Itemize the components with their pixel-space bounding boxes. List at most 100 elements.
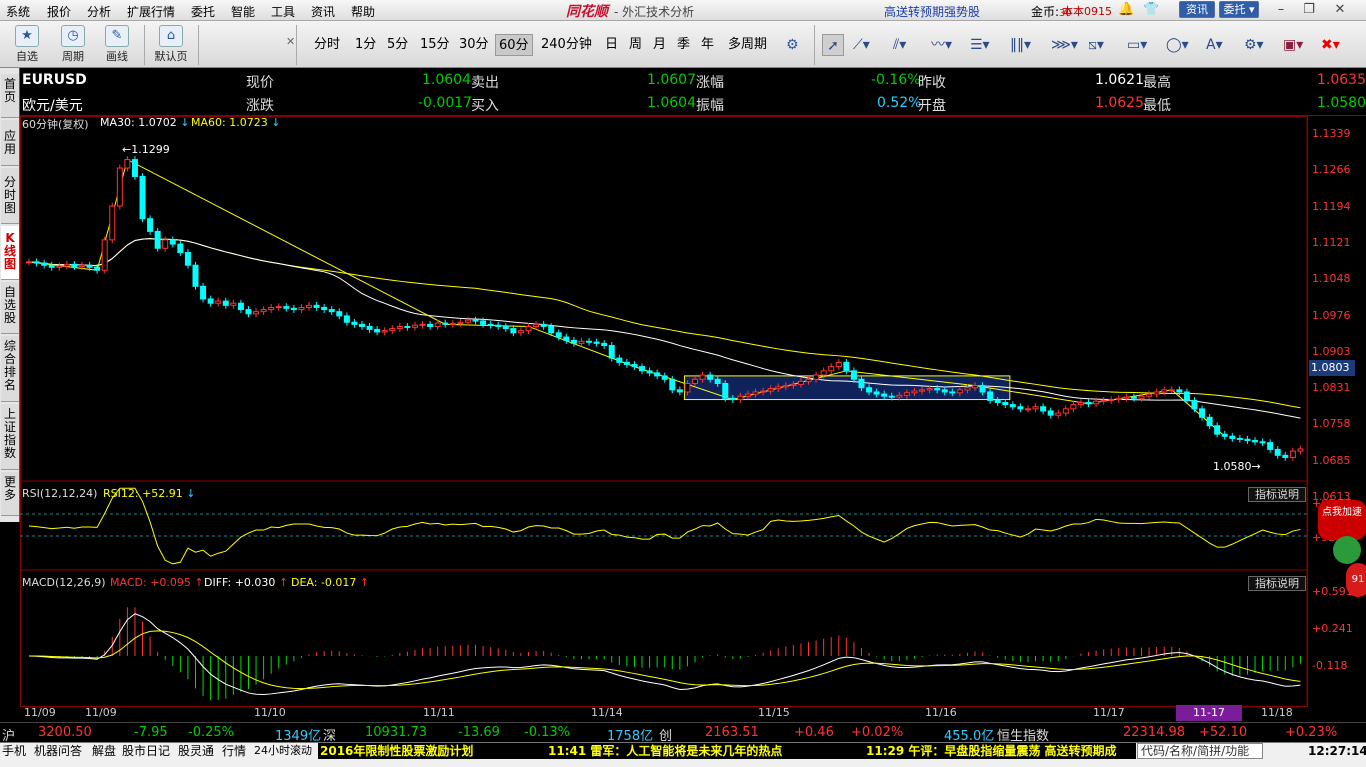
period-30min[interactable]: 30分 (459, 34, 489, 56)
minimize-icon[interactable]: – (1271, 2, 1291, 17)
period-button[interactable]: ◷ 周期 (52, 23, 94, 67)
period-240min[interactable]: 240分钟 (541, 34, 592, 56)
kline-chart[interactable] (20, 116, 1366, 722)
tab-home[interactable]: 首页 (1, 74, 19, 118)
mascot-icon[interactable] (1333, 536, 1361, 564)
candle (646, 370, 653, 374)
status-quote[interactable]: 行情 (222, 743, 246, 759)
trade-button[interactable]: 委托 ▾ (1219, 1, 1259, 18)
close-icon[interactable]: ✕ (1330, 2, 1350, 17)
settings-gear-icon[interactable]: ⚙ (786, 34, 799, 56)
candle (162, 239, 169, 249)
tab-more[interactable]: 更多 (1, 472, 19, 516)
candle (154, 230, 161, 249)
arrow-up-icon: ↑ (359, 576, 370, 589)
menu-trade[interactable]: 委托 (191, 3, 215, 20)
tab-shanghai-index[interactable]: 上证指数 (1, 404, 19, 470)
tab-kline[interactable]: K线图 (1, 226, 19, 280)
tab-watchlist[interactable]: 自选股 (1, 282, 19, 334)
drawing-settings-icon[interactable]: ⚙▾ (1244, 34, 1264, 56)
ellipse-icon[interactable]: ◯▾ (1166, 34, 1189, 56)
fibonacci-icon[interactable]: ☰▾ (970, 34, 990, 56)
period-quarter[interactable]: 季 (677, 34, 690, 56)
candle (896, 394, 903, 398)
macd-help-button[interactable]: 指标说明 (1248, 576, 1306, 591)
bell-icon[interactable]: 🔔 (1118, 2, 1134, 17)
collapse-icon[interactable]: ✕ (286, 31, 295, 53)
period-week[interactable]: 周 (629, 34, 642, 56)
candle (631, 363, 638, 368)
channel-icon[interactable]: ⧅▾ (1088, 34, 1104, 56)
status-qa[interactable]: 机器问答 (34, 743, 82, 759)
zigzag-polyline (28, 158, 1226, 437)
draw-line-button[interactable]: ✎ 画线 (96, 23, 138, 67)
news-item[interactable]: 2016年限制性股票激励计划 (320, 743, 473, 759)
period-15min[interactable]: 15分 (420, 34, 450, 56)
candle (691, 378, 698, 384)
menu-quote[interactable]: 报价 (47, 3, 71, 20)
tab-timeshare-label: 分时图 (3, 175, 16, 215)
account-name[interactable]: 本本0915 (1062, 3, 1112, 19)
candle (1085, 402, 1092, 405)
menu-help[interactable]: 帮助 (351, 3, 375, 20)
now-label: 现价 (246, 75, 274, 91)
menu-extended-quote[interactable]: 扩展行情 (127, 3, 175, 20)
speedup-badge[interactable]: 点我加速 (1318, 500, 1366, 540)
maximize-icon[interactable]: ❐ (1299, 2, 1319, 17)
period-day[interactable]: 日 (605, 34, 618, 56)
news-ticker[interactable]: 2016年限制性股票激励计划 11:41 雷军：人工智能将是未来几年的热点 11… (318, 743, 1136, 759)
menu-news[interactable]: 资讯 (311, 3, 335, 20)
status-mobile[interactable]: 手机 (2, 743, 26, 759)
tab-ranking[interactable]: 综合排名 (1, 336, 19, 402)
period-month[interactable]: 月 (653, 34, 666, 56)
news-item[interactable]: 11:41 雷军：人工智能将是未来几年的热点 (548, 743, 782, 759)
gann-lines-icon[interactable]: ‖‖▾ (1010, 34, 1031, 56)
menu-tools[interactable]: 工具 (271, 3, 295, 20)
cursor-icon[interactable]: ➚ (822, 34, 844, 56)
tab-timeshare[interactable]: 分时图 (1, 168, 19, 224)
delete-drawings-icon[interactable]: ✖▾ (1321, 34, 1340, 56)
high-label: 最高 (1143, 75, 1171, 91)
cy-pct: +0.02% (851, 725, 904, 740)
candle (169, 239, 176, 245)
candle (1138, 395, 1145, 399)
status-gulingtong[interactable]: 股灵通 (178, 743, 214, 759)
line-segment-icon[interactable]: ⟋▾ (853, 34, 870, 56)
parallel-line-icon[interactable]: ⫽▾ (893, 34, 906, 56)
wave-line-icon[interactable]: 〰▾ (931, 34, 952, 56)
period-timeshare[interactable]: 分时 (314, 34, 340, 56)
rsi-help-button[interactable]: 指标说明 (1248, 487, 1306, 502)
shirt-icon[interactable]: 👕 (1143, 2, 1159, 17)
candle (321, 306, 328, 311)
bookmark-icon[interactable]: ▣▾ (1283, 34, 1303, 56)
tab-shanghai-label: 上证指数 (3, 407, 16, 460)
text-tool-icon[interactable]: A▾ (1206, 34, 1223, 56)
period-multi[interactable]: 多周期 (728, 34, 767, 56)
candle (351, 321, 358, 325)
period-60min[interactable]: 60分 (495, 34, 533, 56)
candle (1024, 408, 1031, 411)
status-rolling[interactable]: 24小时滚动 (254, 743, 312, 759)
tab-apps[interactable]: 应用 (1, 120, 19, 166)
cy-change: +0.46 (794, 725, 834, 740)
fan-lines-icon[interactable]: ⋙▾ (1051, 34, 1078, 56)
status-analysis[interactable]: 解盘 (92, 743, 116, 759)
promo-link[interactable]: 高送转预期强势股 (884, 3, 980, 20)
speed-counter[interactable]: 91 (1346, 563, 1366, 597)
menu-analysis[interactable]: 分析 (87, 3, 111, 20)
code-search-input[interactable]: 代码/名称/简拼/功能 (1137, 743, 1263, 759)
candle (555, 332, 562, 338)
status-diary[interactable]: 股市日记 (122, 743, 170, 759)
default-page-button[interactable]: ⌂ 默认页 (150, 23, 192, 67)
rectangle-icon[interactable]: ▭▾ (1127, 34, 1147, 56)
info-button[interactable]: 资讯 (1179, 1, 1215, 18)
menu-system[interactable]: 系统 (6, 3, 30, 20)
watchlist-button[interactable]: ★ 自选 (6, 23, 48, 67)
period-1min[interactable]: 1分 (355, 34, 376, 56)
menu-smart[interactable]: 智能 (231, 3, 255, 20)
candle (1282, 454, 1289, 458)
news-item[interactable]: 11:29 午评：早盘股指缩量震荡 高送转预期成 (866, 743, 1117, 759)
period-5min[interactable]: 5分 (387, 34, 408, 56)
period-year[interactable]: 年 (701, 34, 714, 56)
candle (495, 324, 502, 327)
